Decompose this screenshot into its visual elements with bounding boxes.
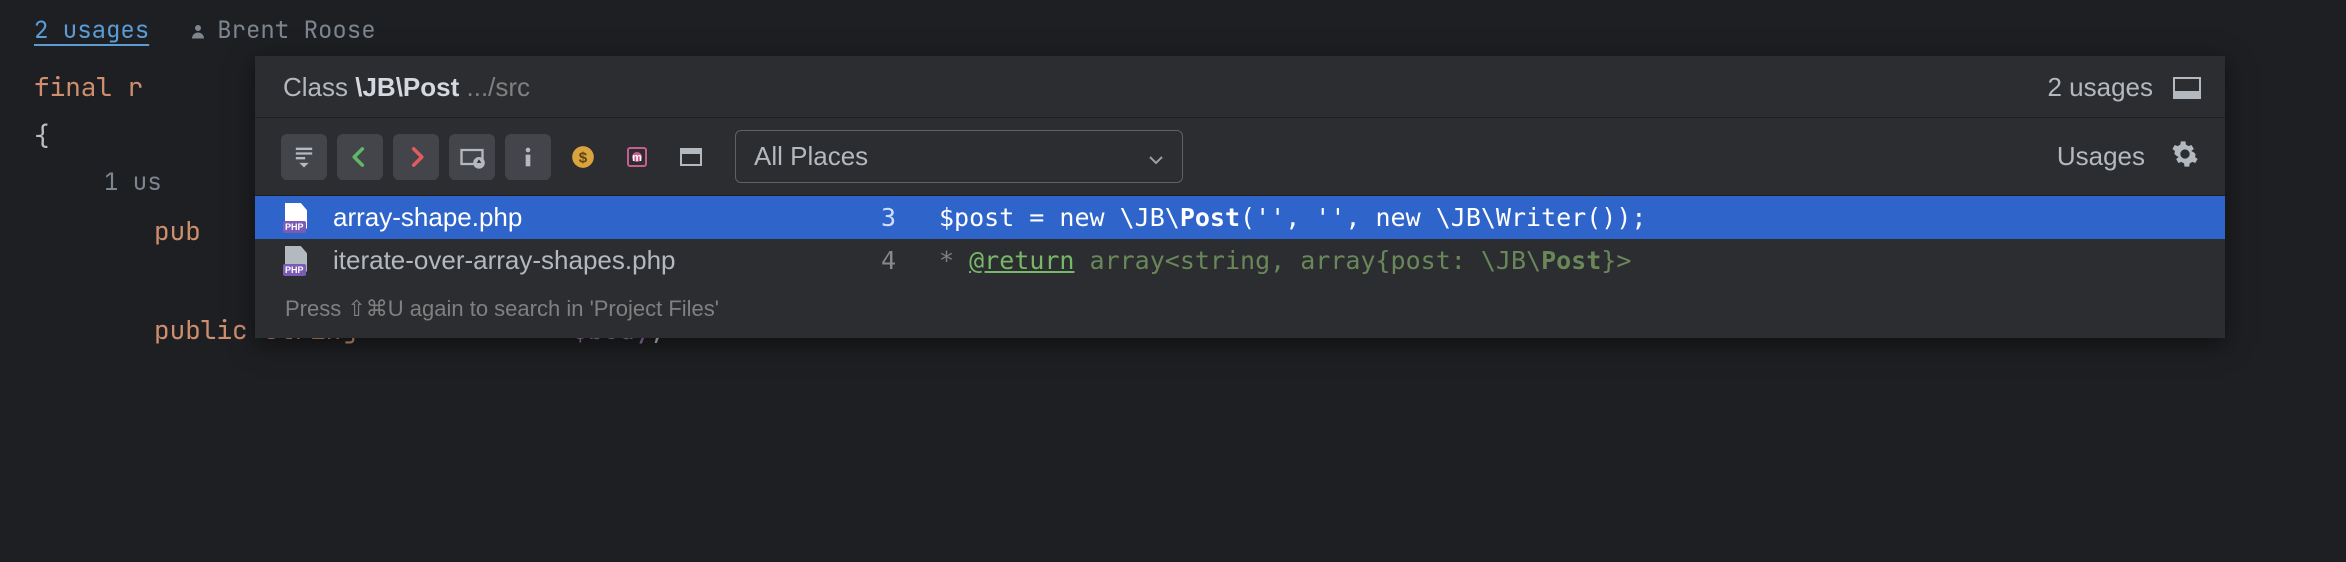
usages-tab-label[interactable]: Usages bbox=[2057, 141, 2145, 172]
footer-hint: Press ⇧⌘U again to search in 'Project Fi… bbox=[255, 282, 2225, 338]
usages-count: 2 usages bbox=[2047, 72, 2153, 103]
scroll-to-source-button[interactable] bbox=[281, 134, 327, 180]
preview-toggle-icon[interactable] bbox=[675, 141, 707, 173]
result-line-number: 4 bbox=[881, 246, 921, 275]
title-path: .../src bbox=[459, 72, 530, 102]
title-class: \JB\Post bbox=[355, 72, 459, 102]
keyword-final: final bbox=[34, 69, 128, 104]
scope-label: All Places bbox=[754, 141, 868, 172]
settings-button[interactable] bbox=[2171, 140, 2199, 173]
scope-dropdown[interactable]: All Places bbox=[735, 130, 1183, 183]
coin-filter-icon[interactable]: $ bbox=[567, 141, 599, 173]
result-filename: iterate-over-array-shapes.php bbox=[333, 245, 863, 276]
keyword-partial: r bbox=[128, 69, 144, 104]
result-line-number: 3 bbox=[881, 203, 921, 232]
inlay-hints-row: 2 usages Brent Roose bbox=[0, 0, 2346, 62]
person-icon bbox=[189, 22, 207, 40]
open-in-tool-window-icon[interactable] bbox=[2173, 77, 2201, 99]
result-filename: array-shape.php bbox=[333, 202, 863, 233]
popup-title: Class \JB\Post .../src bbox=[283, 72, 530, 103]
keyword-public: public bbox=[154, 312, 263, 347]
prev-occurrence-button[interactable] bbox=[337, 134, 383, 180]
method-filter-icon[interactable]: m bbox=[621, 141, 653, 173]
svg-text:m: m bbox=[632, 152, 642, 164]
result-row[interactable]: iterate-over-array-shapes.php 4 * @retur… bbox=[255, 239, 2225, 282]
svg-text:$: $ bbox=[579, 149, 588, 166]
results-list: array-shape.php 3 $post = new \JB\Post('… bbox=[255, 196, 2225, 282]
next-occurrence-button[interactable] bbox=[393, 134, 439, 180]
popup-toolbar: $ m All Places Usages bbox=[255, 118, 2225, 196]
author-name: Brent Roose bbox=[217, 8, 375, 54]
title-prefix: Class bbox=[283, 72, 355, 102]
gear-icon bbox=[2171, 140, 2199, 168]
group-by-button[interactable] bbox=[449, 134, 495, 180]
php-file-icon bbox=[285, 246, 315, 276]
info-button[interactable] bbox=[505, 134, 551, 180]
popup-header-right: 2 usages bbox=[2047, 72, 2201, 103]
result-row[interactable]: array-shape.php 3 $post = new \JB\Post('… bbox=[255, 196, 2225, 239]
author-hint[interactable]: Brent Roose bbox=[189, 8, 375, 54]
result-code-preview: * @return array<string, array{post: \JB\… bbox=[939, 246, 2195, 275]
php-file-icon bbox=[285, 203, 315, 233]
popup-header: Class \JB\Post .../src 2 usages bbox=[255, 56, 2225, 118]
keyword-partial: pub bbox=[154, 213, 201, 248]
usages-link[interactable]: 2 usages bbox=[34, 8, 149, 54]
find-usages-popup: Class \JB\Post .../src 2 usages $ bbox=[255, 56, 2225, 338]
chevron-down-icon bbox=[1148, 141, 1164, 172]
result-code-preview: $post = new \JB\Post('', '', new \JB\Wri… bbox=[939, 203, 2195, 232]
